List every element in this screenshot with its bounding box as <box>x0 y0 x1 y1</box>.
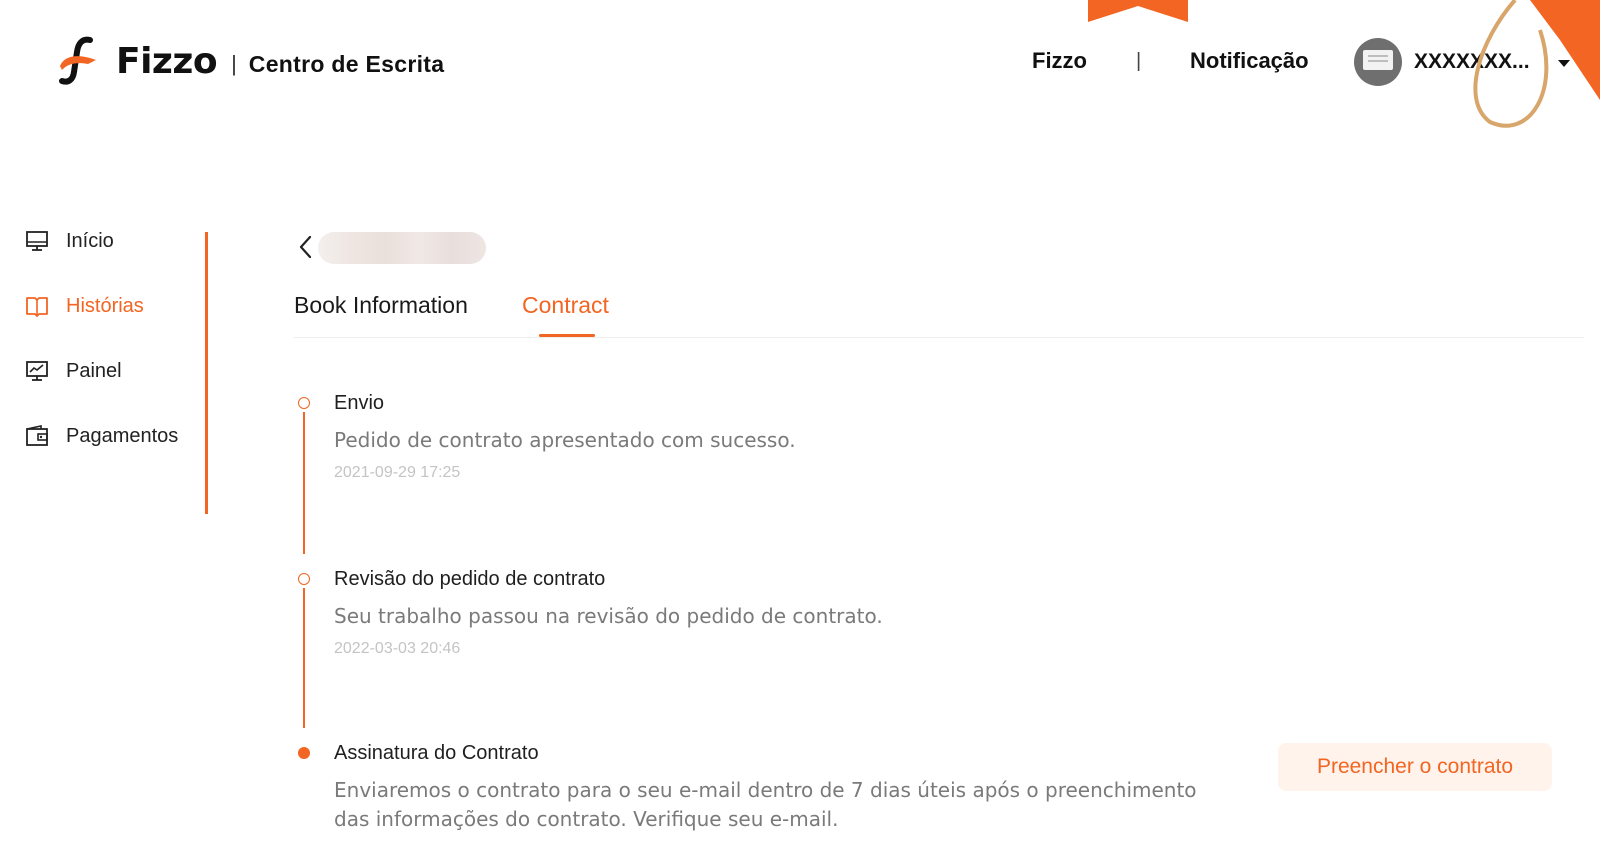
username-label[interactable]: XXXXXXX... <box>1414 50 1530 74</box>
sidebar-item-label: Painel <box>66 359 122 382</box>
timeline-step-title: Envio <box>334 392 385 414</box>
chevron-down-icon[interactable] <box>1558 60 1570 67</box>
book-icon <box>26 297 48 317</box>
timeline-step-description: das informações do contrato. Verifique s… <box>334 807 839 831</box>
avatar-document-image <box>1363 50 1393 70</box>
book-title-blurred <box>318 232 486 264</box>
top-header: Fizzo | Centro de Escrita Fizzo | Notifi… <box>0 0 1600 128</box>
sidebar-item-historias[interactable]: Histórias <box>24 291 144 321</box>
avatar[interactable] <box>1354 38 1402 86</box>
timeline-step-dot <box>298 397 310 409</box>
timeline-connector <box>303 588 305 728</box>
timeline-step-time: 2021-09-29 17:25 <box>334 464 461 481</box>
timeline-step-description: Pedido de contrato apresentado com suces… <box>334 428 796 452</box>
sidebar-item-pagamentos[interactable]: Pagamentos <box>24 421 178 451</box>
sidebar-divider <box>205 232 208 514</box>
wallet-icon <box>26 425 48 446</box>
timeline-step-title: Assinatura do Contrato <box>334 742 539 764</box>
fizzo-logo-icon <box>59 36 96 85</box>
logo-wordmark: Fizzo <box>116 40 218 82</box>
fizzo-logo[interactable]: Fizzo | Centro de Escrita <box>54 36 444 86</box>
timeline-connector <box>303 412 305 554</box>
tab-bar: Book Information Contract <box>294 288 1584 338</box>
back-arrow-icon[interactable] <box>296 232 316 262</box>
sidebar-item-inicio[interactable]: Início <box>24 226 114 256</box>
nav-notification-link[interactable]: Notificação <box>1190 48 1309 74</box>
sidebar-item-label: Pagamentos <box>66 424 179 447</box>
monitor-icon <box>26 231 48 251</box>
sidebar-item-label: Início <box>66 229 114 252</box>
chart-icon <box>26 361 48 381</box>
timeline-step-title: Revisão do pedido de contrato <box>334 568 606 590</box>
tab-book-information[interactable]: Book Information <box>294 292 468 319</box>
timeline-step-dot-current <box>298 747 310 759</box>
sidebar-item-painel[interactable]: Painel <box>24 356 122 386</box>
timeline-step-description: Seu trabalho passou na revisão do pedido… <box>334 604 883 628</box>
site-subtitle: Centro de Escrita <box>248 50 445 77</box>
timeline-step-time: 2022-03-03 20:46 <box>334 640 461 657</box>
sidebar-item-label: Histórias <box>66 294 144 317</box>
timeline-step-description: Enviaremos o contrato para o seu e-mail … <box>334 778 1197 802</box>
tab-contract[interactable]: Contract <box>522 292 609 319</box>
logo-separator: | <box>231 51 237 76</box>
fill-contract-button[interactable]: Preencher o contrato <box>1278 743 1552 791</box>
nav-separator: | <box>1136 50 1142 72</box>
nav-fizzo-link[interactable]: Fizzo <box>1032 48 1087 74</box>
timeline-step-dot <box>298 573 310 585</box>
active-tab-indicator <box>539 334 595 337</box>
